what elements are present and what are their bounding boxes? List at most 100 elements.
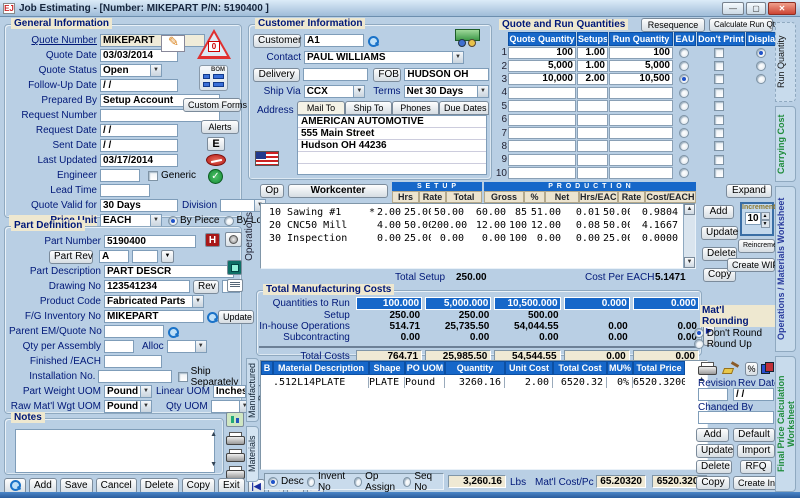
update-button[interactable]: Update: [218, 310, 254, 324]
run-quantity-cell[interactable]: 100: [609, 47, 673, 59]
ship-separately-checkbox[interactable]: [178, 372, 188, 382]
delivery-button[interactable]: Delivery: [253, 68, 300, 82]
setups-cell[interactable]: 2.00: [577, 73, 608, 85]
material-row[interactable]: .512L14PLATE PLATE Pound 3260.16 2.00 65…: [261, 377, 707, 388]
setups-cell[interactable]: [577, 114, 608, 126]
tab-ship-to[interactable]: Ship To: [345, 101, 392, 115]
hold-icon[interactable]: H: [205, 233, 220, 247]
customer-button[interactable]: Customer: [253, 34, 301, 48]
part-description-field[interactable]: PART DESCR: [104, 265, 234, 278]
dont-print-checkbox[interactable]: [714, 88, 724, 98]
tab-operations-materials-worksheet[interactable]: Operations / Materials Worksheet: [775, 186, 796, 352]
op-assign-radio[interactable]: [354, 477, 362, 487]
tab-due-dates[interactable]: Due Dates: [439, 101, 489, 115]
workcenter-button[interactable]: Workcenter: [288, 184, 388, 198]
installation-no-field[interactable]: [98, 370, 172, 383]
terms-select[interactable]: Net 30 Days▼: [404, 85, 489, 98]
dont-print-checkbox[interactable]: [714, 61, 724, 71]
custom-forms-button[interactable]: Custom Forms: [183, 98, 241, 112]
dont-print-checkbox[interactable]: [714, 128, 724, 138]
knob-icon[interactable]: [225, 232, 242, 247]
calculate-run-qty-button[interactable]: Calculate Run Qty: [709, 18, 773, 32]
chevron-down-icon[interactable]: ▼: [192, 296, 203, 307]
print-icon[interactable]: [698, 362, 715, 375]
operations-tab[interactable]: Operations: [244, 212, 255, 261]
matl-update-button[interactable]: Update: [696, 444, 734, 458]
setups-cell[interactable]: [577, 100, 608, 112]
engineer-field[interactable]: [100, 169, 140, 182]
run-quantity-cell[interactable]: [609, 100, 673, 112]
rev-button[interactable]: Rev: [193, 280, 219, 294]
address-box[interactable]: AMERICAN AUTOMOTIVE 555 Main Street Huds…: [297, 115, 487, 175]
eau-radio[interactable]: [679, 155, 689, 165]
display-radio[interactable]: [756, 74, 766, 84]
quote-number-label[interactable]: Quote Number: [9, 35, 97, 46]
by-lot-radio[interactable]: [224, 216, 234, 226]
materials-table[interactable]: B Material Description Shape PO UOM Quan…: [260, 360, 708, 470]
tab-mail-to[interactable]: Mail To: [297, 101, 345, 115]
report-icon[interactable]: [226, 412, 244, 427]
alert-triangle-icon[interactable]: 0: [197, 29, 231, 59]
dont-print-checkbox[interactable]: [714, 74, 724, 84]
run-quantity-cell[interactable]: 5,000: [609, 60, 673, 72]
invent-no-radio[interactable]: [307, 477, 315, 487]
money-contact-icon[interactable]: [453, 29, 481, 49]
print-icon[interactable]: [226, 449, 243, 462]
alloc-select[interactable]: ▼: [167, 340, 207, 353]
eau-radio[interactable]: [679, 48, 689, 58]
quote-quantity-cell[interactable]: [508, 127, 576, 139]
operation-row[interactable]: 10 Sawing #1*2.0025.0050.0060.008551.000…: [261, 207, 683, 220]
quote-quantity-cell[interactable]: [508, 167, 576, 179]
scroll-down-icon[interactable]: ▼: [210, 461, 217, 468]
display-radio[interactable]: [756, 61, 766, 71]
monitor-icon[interactable]: [227, 260, 242, 275]
setups-cell[interactable]: 1.00: [577, 60, 608, 72]
generic-checkbox[interactable]: [148, 171, 158, 181]
matl-rfq-button[interactable]: RFQ: [740, 460, 772, 474]
dont-print-checkbox[interactable]: [714, 141, 724, 151]
qty-run-cell[interactable]: 5,000.000: [425, 297, 491, 310]
run-quantity-cell[interactable]: [609, 87, 673, 99]
eau-radio[interactable]: [679, 141, 689, 151]
operation-row[interactable]: 20 CNC50 Mill4.0050.00200.0012.0010012.0…: [261, 220, 683, 233]
tab-carrying-cost[interactable]: Carrying Cost: [775, 106, 796, 182]
search-icon[interactable]: [206, 311, 218, 323]
drawing-no-field[interactable]: 123541234: [104, 280, 190, 293]
quote-quantity-cell[interactable]: [508, 87, 576, 99]
fg-inventory-field[interactable]: MIKEPART: [104, 310, 204, 323]
setups-cell[interactable]: [577, 154, 608, 166]
alerts-button[interactable]: Alerts: [201, 120, 239, 134]
eau-radio[interactable]: [679, 128, 689, 138]
op-button[interactable]: Op: [260, 184, 284, 198]
matl-delete-button[interactable]: Delete: [696, 460, 732, 474]
quote-valid-field[interactable]: 30 Days: [100, 199, 178, 212]
ship-via-select[interactable]: CCX▼: [304, 85, 366, 98]
maximize-button[interactable]: ▢: [746, 2, 766, 15]
print-icon[interactable]: [226, 432, 243, 445]
run-quantity-cell[interactable]: [609, 114, 673, 126]
expand-button[interactable]: Expand: [726, 184, 772, 198]
parent-quote-field[interactable]: [104, 325, 164, 338]
qty-run-cell[interactable]: 10,500.000: [494, 297, 560, 310]
qty-per-assembly-field[interactable]: [104, 340, 134, 353]
dont-round-radio[interactable]: [694, 328, 704, 338]
create-inv-button[interactable]: Create Inv: [733, 476, 778, 490]
operations-scrollbar[interactable]: ▲▼: [683, 204, 695, 268]
qty-run-cell[interactable]: 0.000: [633, 297, 699, 310]
followup-date-field[interactable]: / /: [100, 79, 178, 92]
op-update-button[interactable]: Update: [701, 226, 738, 240]
scroll-up-icon[interactable]: ▲: [684, 204, 695, 215]
tab-final-price-calculation-worksheet[interactable]: Final Price Calculation Worksheet: [775, 356, 796, 492]
scroll-down-icon[interactable]: ▼: [684, 257, 695, 268]
chevron-down-icon[interactable]: ▼: [452, 52, 463, 63]
spin-up-icon[interactable]: ▲: [761, 212, 770, 220]
qty-run-cell[interactable]: 100.000: [356, 297, 422, 310]
chevron-down-icon[interactable]: ▼: [161, 250, 174, 263]
request-date-field[interactable]: / /: [100, 124, 178, 137]
finished-each-field[interactable]: [104, 355, 162, 368]
run-quantity-cell[interactable]: [609, 140, 673, 152]
quote-quantity-cell[interactable]: [508, 140, 576, 152]
resequence-button[interactable]: Resequence: [641, 18, 705, 32]
chevron-down-icon[interactable]: ▼: [150, 65, 161, 76]
book-icon[interactable]: [761, 362, 774, 375]
